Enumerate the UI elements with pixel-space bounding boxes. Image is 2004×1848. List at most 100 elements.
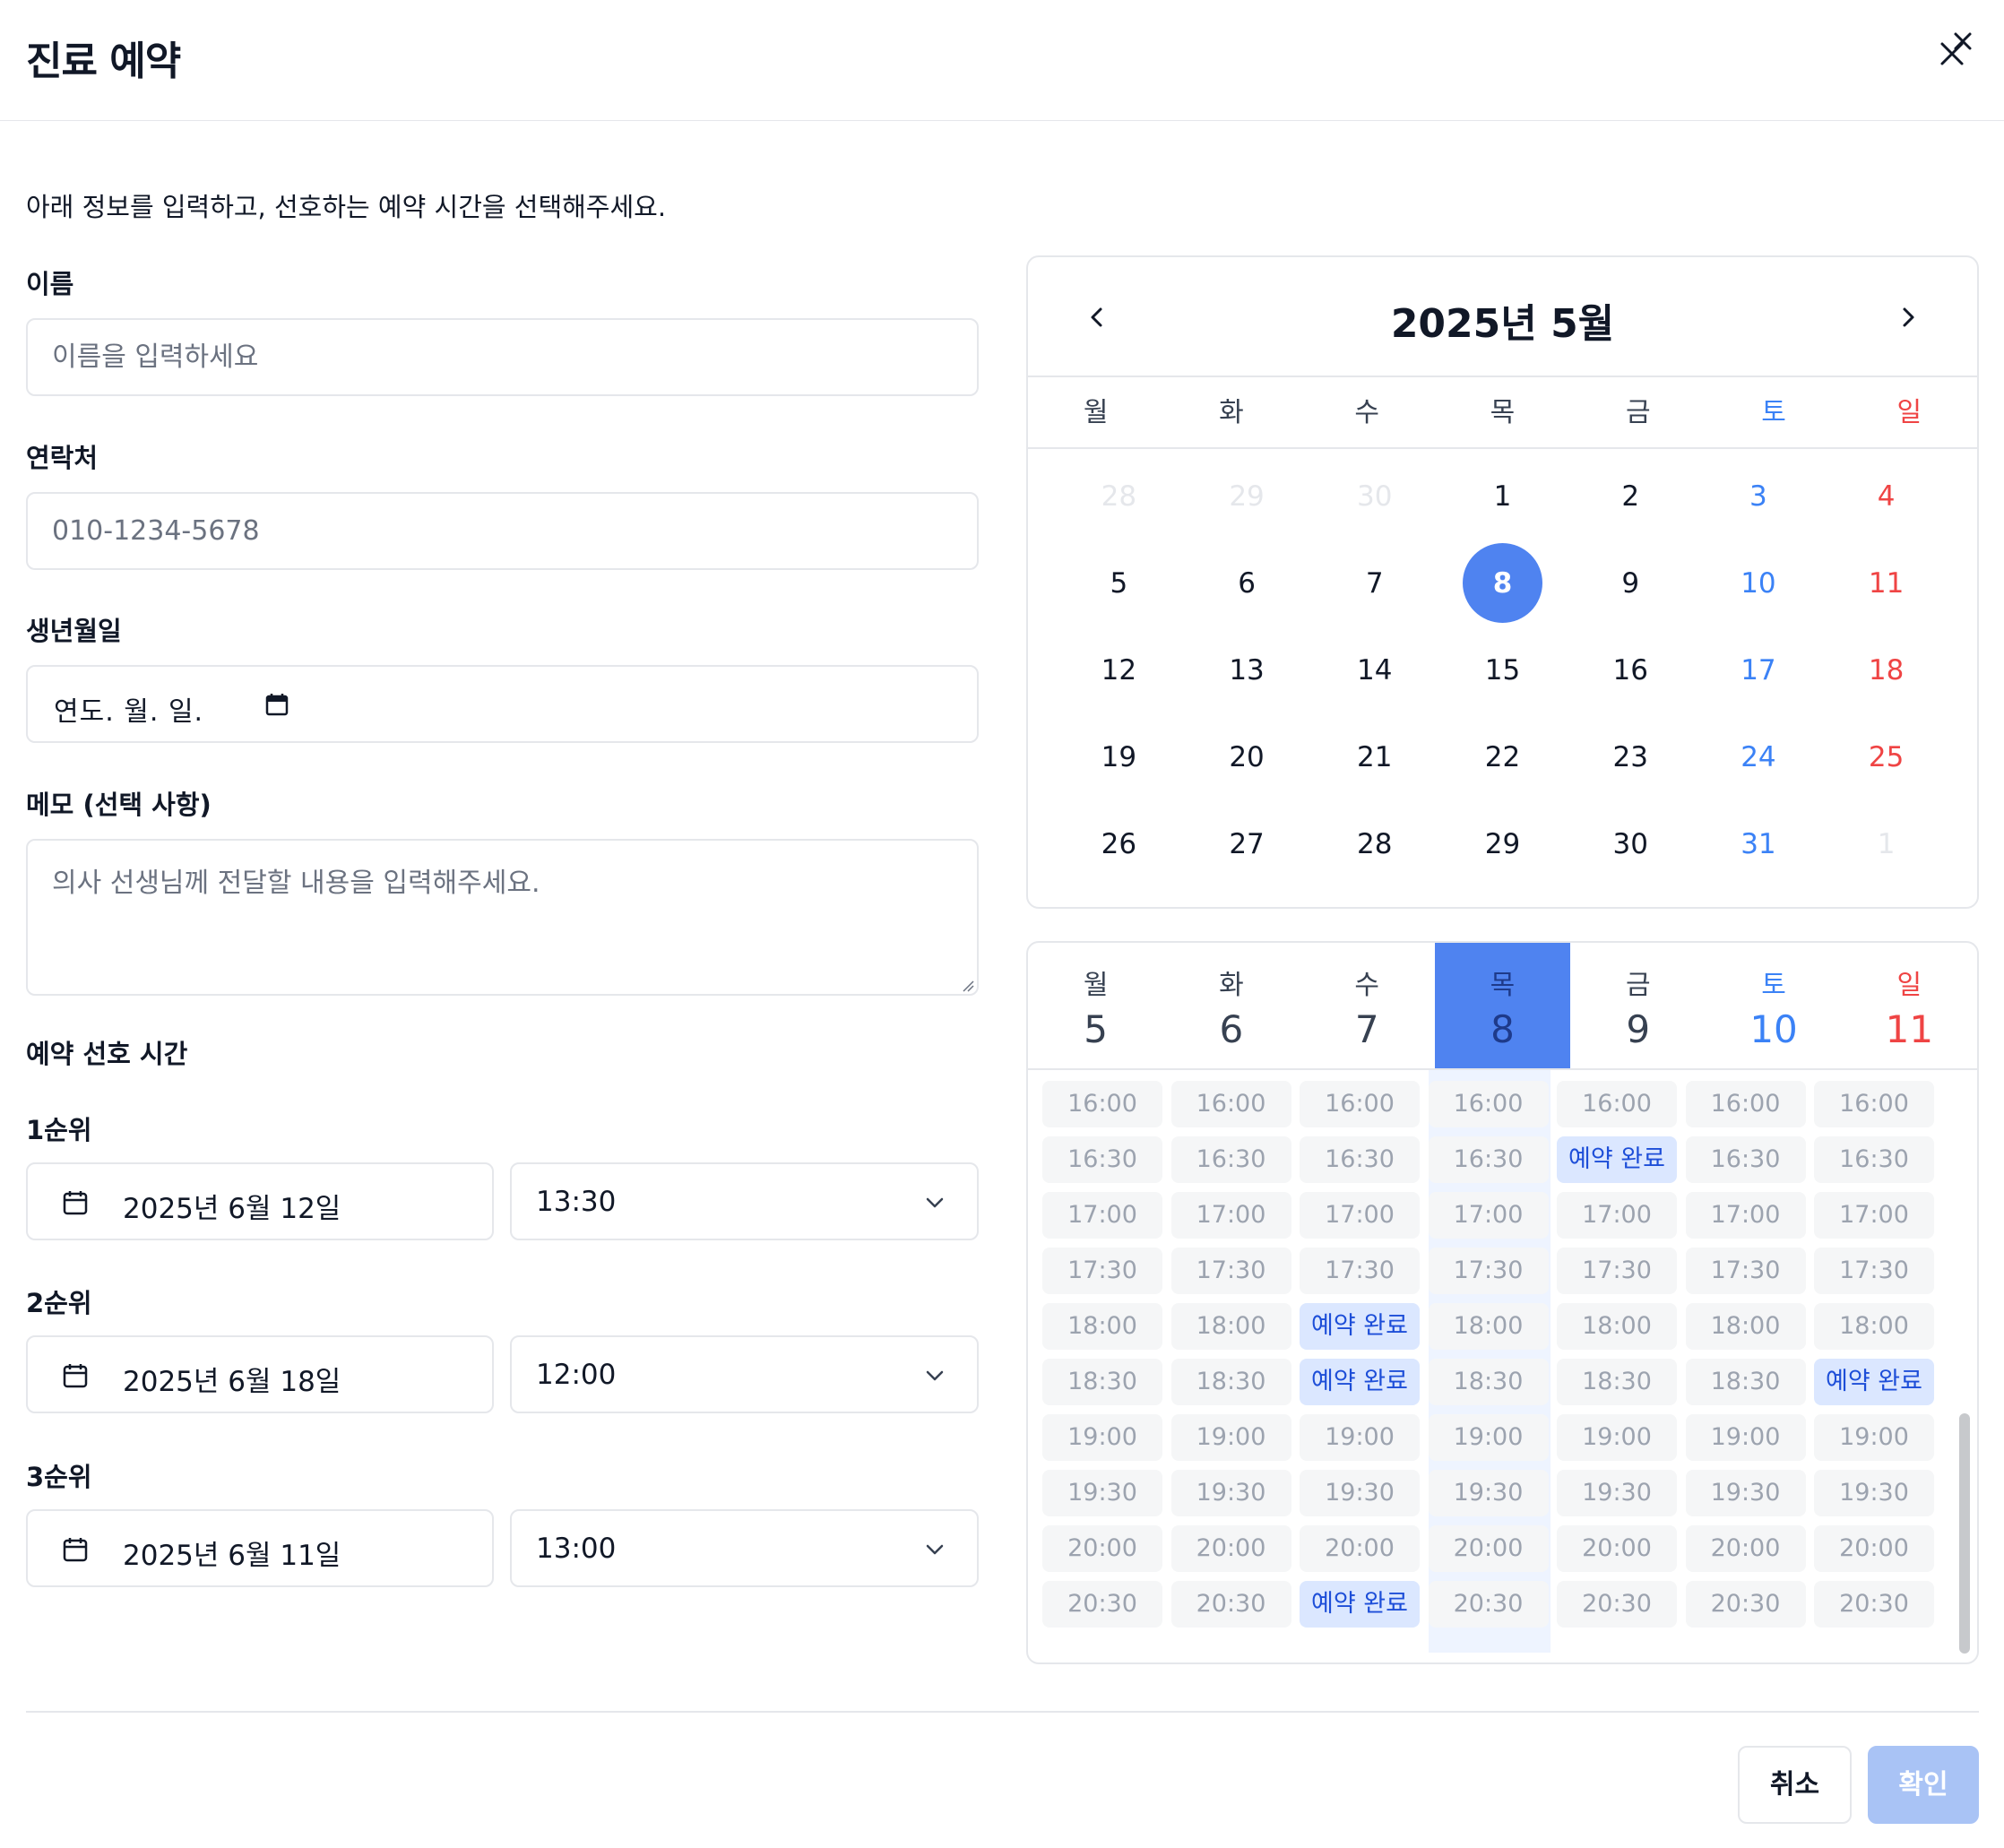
time-slot[interactable]: 18:00 <box>1170 1303 1291 1350</box>
confirm-button[interactable]: 확인 <box>1868 1746 1979 1824</box>
preference-time-select[interactable]: 13:00 <box>510 1509 979 1587</box>
time-slot[interactable]: 20:00 <box>1557 1525 1677 1572</box>
time-slot[interactable]: 18:00 <box>1428 1303 1549 1350</box>
time-slot[interactable]: 19:30 <box>1428 1470 1549 1516</box>
week-day-tab[interactable]: 토 10 <box>1706 943 1841 1068</box>
time-slot[interactable]: 20:00 <box>1300 1525 1420 1572</box>
time-slot[interactable]: 19:00 <box>1557 1414 1677 1461</box>
calendar-day[interactable]: 4 <box>1822 453 1950 540</box>
time-slot[interactable]: 20:00 <box>1814 1525 1934 1572</box>
close-icon[interactable] <box>1929 25 1982 79</box>
time-slot[interactable]: 17:00 <box>1042 1192 1162 1239</box>
calendar-day[interactable]: 1 <box>1822 800 1950 887</box>
preference-time-select[interactable]: 12:00 <box>510 1335 979 1413</box>
preference-date-picker[interactable]: 2025년 6월 12일 <box>26 1162 494 1240</box>
preference-date-picker[interactable]: 2025년 6월 18일 <box>26 1335 494 1413</box>
calendar-day[interactable]: 2 <box>1567 453 1695 540</box>
time-slot[interactable]: 19:30 <box>1300 1470 1420 1516</box>
calendar-day[interactable]: 24 <box>1695 713 1823 800</box>
calendar-day[interactable]: 5 <box>1055 540 1183 626</box>
calendar-day[interactable]: 12 <box>1055 626 1183 713</box>
calendar-day[interactable]: 13 <box>1183 626 1311 713</box>
time-slot[interactable]: 17:30 <box>1557 1248 1677 1294</box>
time-slot[interactable]: 19:00 <box>1814 1414 1934 1461</box>
preference-date-picker[interactable]: 2025년 6월 11일 <box>26 1509 494 1587</box>
name-input[interactable] <box>28 320 977 394</box>
calendar-day[interactable]: 23 <box>1567 713 1695 800</box>
time-slot[interactable]: 18:30 <box>1170 1359 1291 1405</box>
time-slot[interactable]: 20:00 <box>1042 1525 1162 1572</box>
time-slot[interactable]: 19:00 <box>1042 1414 1162 1461</box>
week-day-tab[interactable]: 금9 <box>1570 943 1706 1068</box>
booked-time-slot[interactable]: 예약 완료 <box>1300 1581 1420 1628</box>
time-slot[interactable]: 19:30 <box>1042 1470 1162 1516</box>
time-slot[interactable]: 18:30 <box>1685 1359 1806 1405</box>
time-slot[interactable]: 20:30 <box>1428 1581 1549 1628</box>
next-month-button[interactable] <box>1886 295 1931 340</box>
calendar-day[interactable]: 1 <box>1438 453 1567 540</box>
time-slot[interactable]: 17:00 <box>1557 1192 1677 1239</box>
time-slot[interactable]: 17:30 <box>1428 1248 1549 1294</box>
time-slot[interactable]: 19:00 <box>1170 1414 1291 1461</box>
calendar-day[interactable]: 31 <box>1695 800 1823 887</box>
calendar-day[interactable]: 16 <box>1567 626 1695 713</box>
calendar-day[interactable]: 7 <box>1310 540 1438 626</box>
resize-grip-icon[interactable] <box>962 979 974 992</box>
time-slot[interactable]: 19:30 <box>1814 1470 1934 1516</box>
calendar-day[interactable]: 21 <box>1310 713 1438 800</box>
time-slot[interactable]: 18:30 <box>1428 1359 1549 1405</box>
time-slot[interactable]: 20:30 <box>1557 1581 1677 1628</box>
time-slot[interactable]: 16:30 <box>1300 1136 1420 1183</box>
calendar-day[interactable]: 27 <box>1183 800 1311 887</box>
booked-time-slot[interactable]: 예약 완료 <box>1814 1359 1934 1405</box>
time-slot[interactable]: 18:30 <box>1557 1359 1677 1405</box>
week-day-tab[interactable]: 수7 <box>1300 943 1435 1068</box>
time-slot[interactable]: 16:00 <box>1042 1081 1162 1127</box>
time-slot[interactable]: 18:00 <box>1685 1303 1806 1350</box>
calendar-day[interactable]: 10 <box>1695 540 1823 626</box>
time-slot[interactable]: 17:30 <box>1300 1248 1420 1294</box>
time-slot[interactable]: 17:00 <box>1170 1192 1291 1239</box>
time-slot[interactable]: 17:00 <box>1685 1192 1806 1239</box>
time-slot[interactable]: 16:00 <box>1557 1081 1677 1127</box>
time-slot[interactable]: 20:00 <box>1428 1525 1549 1572</box>
calendar-day[interactable]: 22 <box>1438 713 1567 800</box>
calendar-day[interactable]: 15 <box>1438 626 1567 713</box>
time-slot[interactable]: 19:00 <box>1428 1414 1549 1461</box>
time-slot[interactable]: 16:00 <box>1300 1081 1420 1127</box>
time-slot[interactable]: 20:30 <box>1814 1581 1934 1628</box>
time-slot[interactable]: 16:30 <box>1170 1136 1291 1183</box>
birth-date-input[interactable]: 연도. 월. 일. <box>26 665 979 743</box>
calendar-day[interactable]: 11 <box>1822 540 1950 626</box>
time-slot[interactable]: 18:00 <box>1814 1303 1934 1350</box>
time-slot[interactable]: 19:30 <box>1170 1470 1291 1516</box>
scrollbar-thumb[interactable] <box>1959 1413 1970 1654</box>
booked-time-slot[interactable]: 예약 완료 <box>1300 1303 1420 1350</box>
time-slot[interactable]: 16:30 <box>1814 1136 1934 1183</box>
calendar-day[interactable]: 28 <box>1310 800 1438 887</box>
time-slot[interactable]: 17:00 <box>1428 1192 1549 1239</box>
calendar-day[interactable]: 30 <box>1310 453 1438 540</box>
calendar-day[interactable]: 8 <box>1438 540 1567 626</box>
calendar-day[interactable]: 14 <box>1310 626 1438 713</box>
time-slot[interactable]: 16:00 <box>1814 1081 1934 1127</box>
time-slot[interactable]: 17:00 <box>1300 1192 1420 1239</box>
time-slot[interactable]: 17:30 <box>1170 1248 1291 1294</box>
calendar-day[interactable]: 26 <box>1055 800 1183 887</box>
time-slot[interactable]: 20:30 <box>1685 1581 1806 1628</box>
cancel-button[interactable]: 취소 <box>1738 1746 1852 1824</box>
calendar-day[interactable]: 30 <box>1567 800 1695 887</box>
calendar-day[interactable]: 18 <box>1822 626 1950 713</box>
time-slot[interactable]: 16:30 <box>1042 1136 1162 1183</box>
time-slot[interactable]: 19:30 <box>1557 1470 1677 1516</box>
time-slot[interactable]: 19:00 <box>1300 1414 1420 1461</box>
calendar-day[interactable]: 28 <box>1055 453 1183 540</box>
phone-input[interactable] <box>28 494 977 568</box>
calendar-day[interactable]: 29 <box>1183 453 1311 540</box>
calendar-day[interactable]: 19 <box>1055 713 1183 800</box>
calendar-day[interactable]: 20 <box>1183 713 1311 800</box>
calendar-day[interactable]: 9 <box>1567 540 1695 626</box>
calendar-day[interactable]: 6 <box>1183 540 1311 626</box>
time-slot[interactable]: 20:00 <box>1685 1525 1806 1572</box>
time-slot[interactable]: 17:30 <box>1685 1248 1806 1294</box>
